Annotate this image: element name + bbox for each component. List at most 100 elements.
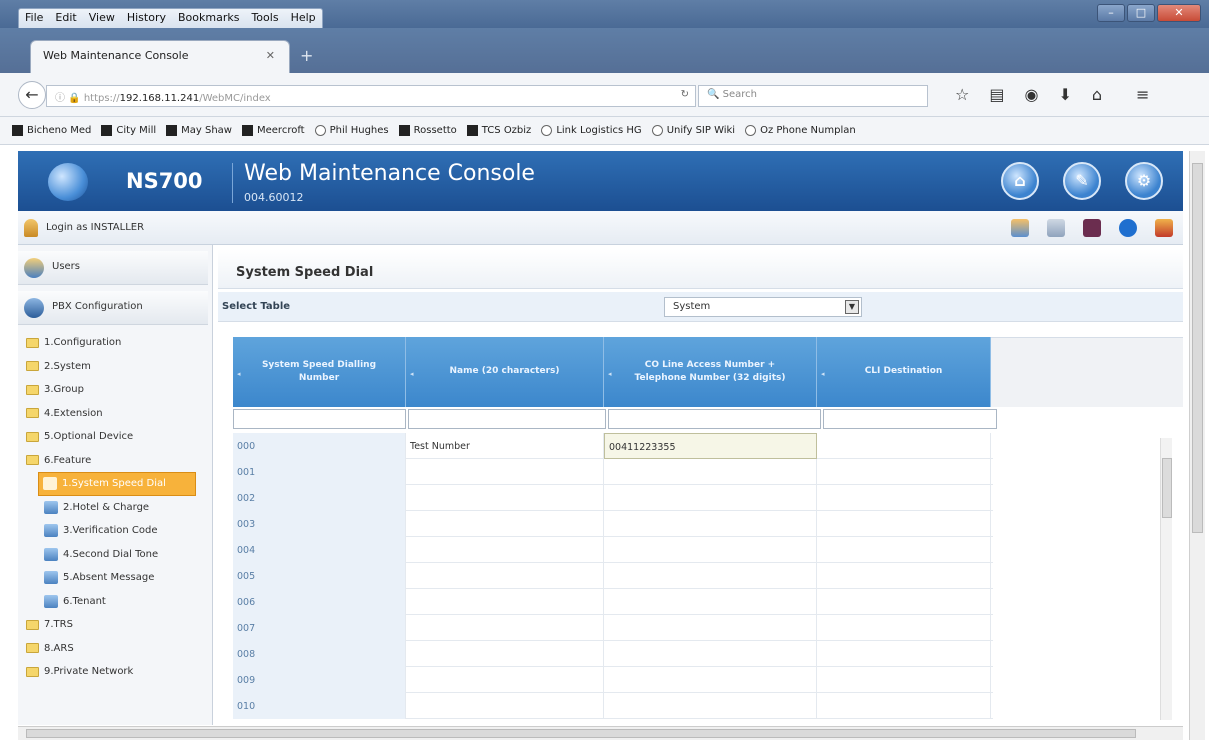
table-cell-cli[interactable] [817, 563, 991, 589]
table-cell-tel[interactable] [604, 485, 817, 511]
table-cell-tel[interactable] [604, 667, 817, 693]
bookmark-item[interactable]: Meercroft [242, 125, 305, 136]
table-cell-cli[interactable] [817, 485, 991, 511]
filter-input-cli[interactable] [823, 409, 997, 429]
sidebar-tree-item[interactable]: 9.Private Network [18, 660, 208, 684]
home-icon[interactable]: ⌂ [1092, 85, 1102, 104]
sidebar-tree-item[interactable]: 2.Hotel & Charge [18, 496, 208, 520]
table-cell-name[interactable] [406, 615, 604, 641]
menu-bookmarks[interactable]: Bookmarks [172, 9, 245, 28]
horizontal-scrollbar[interactable] [18, 726, 1183, 740]
search-input[interactable]: 🔍 Search [698, 85, 928, 107]
sidebar-pbx-configuration[interactable]: PBX Configuration [18, 291, 208, 325]
sidebar-tree-item[interactable]: 2.System [18, 355, 208, 379]
back-arrow-icon[interactable]: ← [18, 81, 46, 109]
column-header-cli-destination[interactable]: ◂ CLI Destination [817, 337, 991, 407]
table-cell-tel[interactable] [604, 537, 817, 563]
table-cell-tel[interactable] [604, 563, 817, 589]
tools-icon[interactable]: ✎ [1063, 162, 1101, 200]
table-cell-cli[interactable] [817, 667, 991, 693]
url-bar[interactable]: ⓘ 🔒 https://192.168.11.241/WebMC/index ↻ [46, 85, 696, 107]
scrollbar-thumb[interactable] [26, 729, 1136, 738]
sidebar-tree-item[interactable]: 1.System Speed Dial [38, 472, 196, 496]
table-cell-name[interactable] [406, 641, 604, 667]
menu-view[interactable]: View [83, 9, 121, 28]
sidebar-tree-item[interactable]: 4.Extension [18, 402, 208, 426]
table-cell-cli[interactable] [817, 433, 991, 459]
sidebar-tree-item[interactable]: 4.Second Dial Tone [18, 543, 208, 567]
tab-close-icon[interactable]: ✕ [266, 49, 275, 62]
download-icon[interactable]: ⬇ [1058, 85, 1071, 104]
settings-icon[interactable]: ⚙ [1125, 162, 1163, 200]
bookmark-item[interactable]: Rossetto [398, 125, 457, 136]
minimize-button[interactable]: – [1097, 4, 1125, 22]
table-cell-name[interactable] [406, 537, 604, 563]
import-icon[interactable] [1011, 219, 1029, 237]
table-cell-cli[interactable] [817, 615, 991, 641]
table-cell-cli[interactable] [817, 589, 991, 615]
report-icon[interactable] [1047, 219, 1065, 237]
table-cell-tel[interactable]: 00411223355 [604, 433, 817, 459]
column-header-telephone-number[interactable]: ◂ CO Line Access Number + Telephone Numbe… [604, 337, 817, 407]
reload-icon[interactable]: ↻ [681, 89, 689, 100]
filter-input-telephone[interactable] [608, 409, 821, 429]
bookmark-item[interactable]: City Mill [101, 125, 156, 136]
table-cell-cli[interactable] [817, 459, 991, 485]
table-cell-cli[interactable] [817, 511, 991, 537]
menu-file[interactable]: File [19, 9, 49, 28]
bookmark-item[interactable]: May Shaw [166, 125, 232, 136]
table-cell-tel[interactable] [604, 641, 817, 667]
sidebar-tree-item[interactable]: 5.Optional Device [18, 425, 208, 449]
bookmark-item[interactable]: Phil Hughes [314, 125, 389, 136]
scrollbar-thumb[interactable] [1162, 458, 1172, 518]
info-icon[interactable] [1119, 219, 1137, 237]
scrollbar-thumb[interactable] [1192, 163, 1203, 533]
bookmark-item[interactable]: Link Logistics HG [541, 125, 642, 136]
page-vertical-scrollbar[interactable] [1189, 151, 1205, 740]
close-window-button[interactable]: ✕ [1157, 4, 1201, 22]
sidebar-tree-item[interactable]: 6.Feature [18, 449, 208, 473]
reading-list-icon[interactable]: ▤ [989, 85, 1004, 104]
table-cell-name[interactable]: Test Number [406, 433, 604, 459]
new-tab-icon[interactable]: + [300, 46, 313, 65]
table-cell-name[interactable] [406, 511, 604, 537]
menu-hamburger-icon[interactable]: ≡ [1136, 85, 1149, 104]
home-icon[interactable]: ⌂ [1001, 162, 1039, 200]
bookmark-item[interactable]: Bicheno Med [12, 125, 91, 136]
table-cell-tel[interactable] [604, 589, 817, 615]
pocket-icon[interactable]: ◉ [1024, 85, 1038, 104]
bookmark-item[interactable]: Unify SIP Wiki [651, 125, 735, 136]
tab-web-maintenance-console[interactable]: Web Maintenance Console ✕ [30, 40, 290, 73]
menu-tools[interactable]: Tools [245, 9, 284, 28]
table-cell-cli[interactable] [817, 693, 991, 719]
table-cell-tel[interactable] [604, 459, 817, 485]
table-cell-cli[interactable] [817, 537, 991, 563]
star-icon[interactable]: ☆ [955, 85, 969, 104]
column-header-name[interactable]: ◂ Name (20 characters) [406, 337, 604, 407]
menu-edit[interactable]: Edit [49, 9, 82, 28]
chevron-down-icon[interactable]: ▼ [845, 300, 859, 314]
table-cell-tel[interactable] [604, 511, 817, 537]
bookmark-item[interactable]: TCS Ozbiz [466, 125, 531, 136]
table-vertical-scrollbar[interactable] [1160, 438, 1172, 720]
table-cell-name[interactable] [406, 459, 604, 485]
table-cell-name[interactable] [406, 485, 604, 511]
menu-help[interactable]: Help [285, 9, 322, 28]
table-cell-name[interactable] [406, 589, 604, 615]
save-icon[interactable] [1083, 219, 1101, 237]
sidebar-tree-item[interactable]: 6.Tenant [18, 590, 208, 614]
sidebar-tree-item[interactable]: 1.Configuration [18, 331, 208, 355]
table-cell-name[interactable] [406, 693, 604, 719]
logout-icon[interactable] [1155, 219, 1173, 237]
sidebar-tree-item[interactable]: 7.TRS [18, 613, 208, 637]
table-select[interactable]: System ▼ [664, 297, 862, 317]
sidebar-tree-item[interactable]: 3.Group [18, 378, 208, 402]
sidebar-tree-item[interactable]: 3.Verification Code [18, 519, 208, 543]
filter-input-name[interactable] [408, 409, 606, 429]
filter-input-number[interactable] [233, 409, 406, 429]
table-cell-tel[interactable] [604, 693, 817, 719]
table-cell-name[interactable] [406, 667, 604, 693]
maximize-button[interactable]: □ [1127, 4, 1155, 22]
sidebar-tree-item[interactable]: 5.Absent Message [18, 566, 208, 590]
sidebar-users[interactable]: Users [18, 251, 208, 285]
